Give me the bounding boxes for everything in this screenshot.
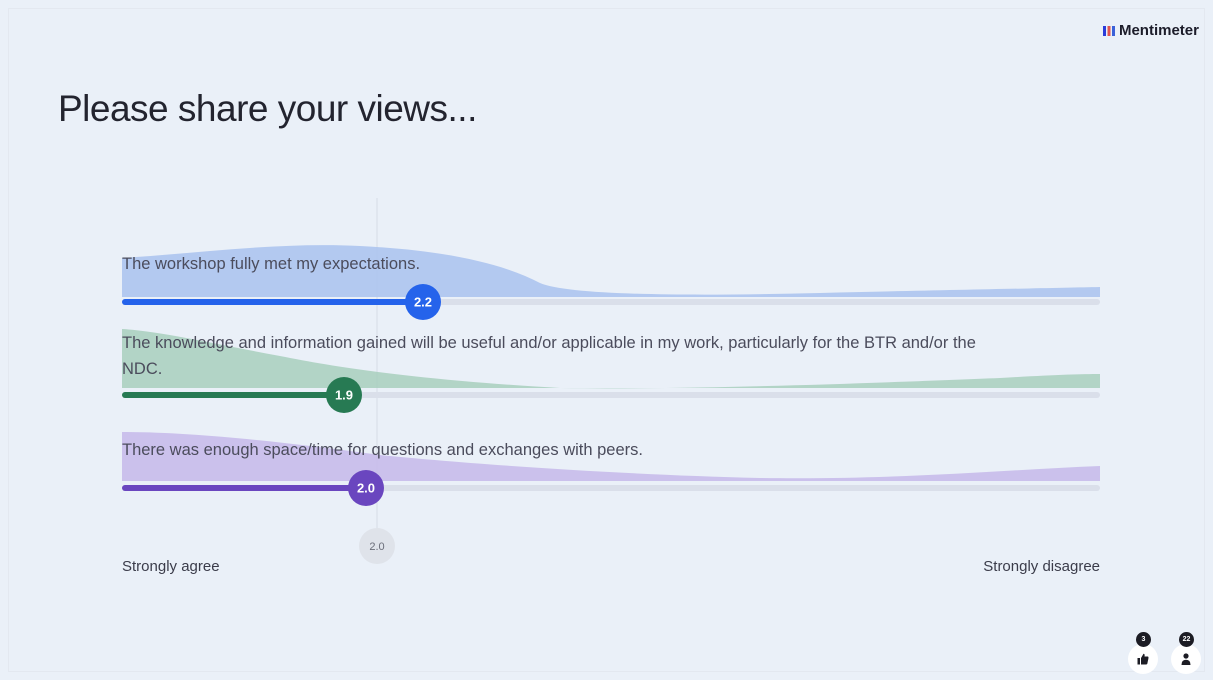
person-icon — [1181, 653, 1191, 665]
statement-2-average-bar — [122, 392, 344, 398]
statement-1-text: The workshop fully met my expectations. — [122, 255, 421, 273]
scale-max-label: Strongly disagree — [983, 558, 1100, 575]
scale-min-label: Strongly agree — [122, 558, 220, 575]
statement-2-average-label: 1.9 — [335, 388, 353, 403]
statement-3-average-label: 2.0 — [357, 481, 375, 496]
statement-2-text: The knowledge and information gained wil… — [122, 334, 976, 378]
statement-3-text: There was enough space/time for question… — [122, 441, 643, 459]
statement-1-average-label: 2.2 — [414, 295, 432, 310]
reactions-count: 3 — [1136, 632, 1151, 647]
participants-button[interactable]: 22 — [1171, 632, 1201, 674]
overall-average-label: 2.0 — [369, 541, 384, 553]
thumbs-up-icon — [1137, 653, 1149, 665]
participants-count: 22 — [1179, 632, 1194, 647]
statement-3-average-bar — [122, 485, 366, 491]
statement-1-average-bar — [122, 299, 423, 305]
reactions-button[interactable]: 3 — [1128, 632, 1158, 674]
